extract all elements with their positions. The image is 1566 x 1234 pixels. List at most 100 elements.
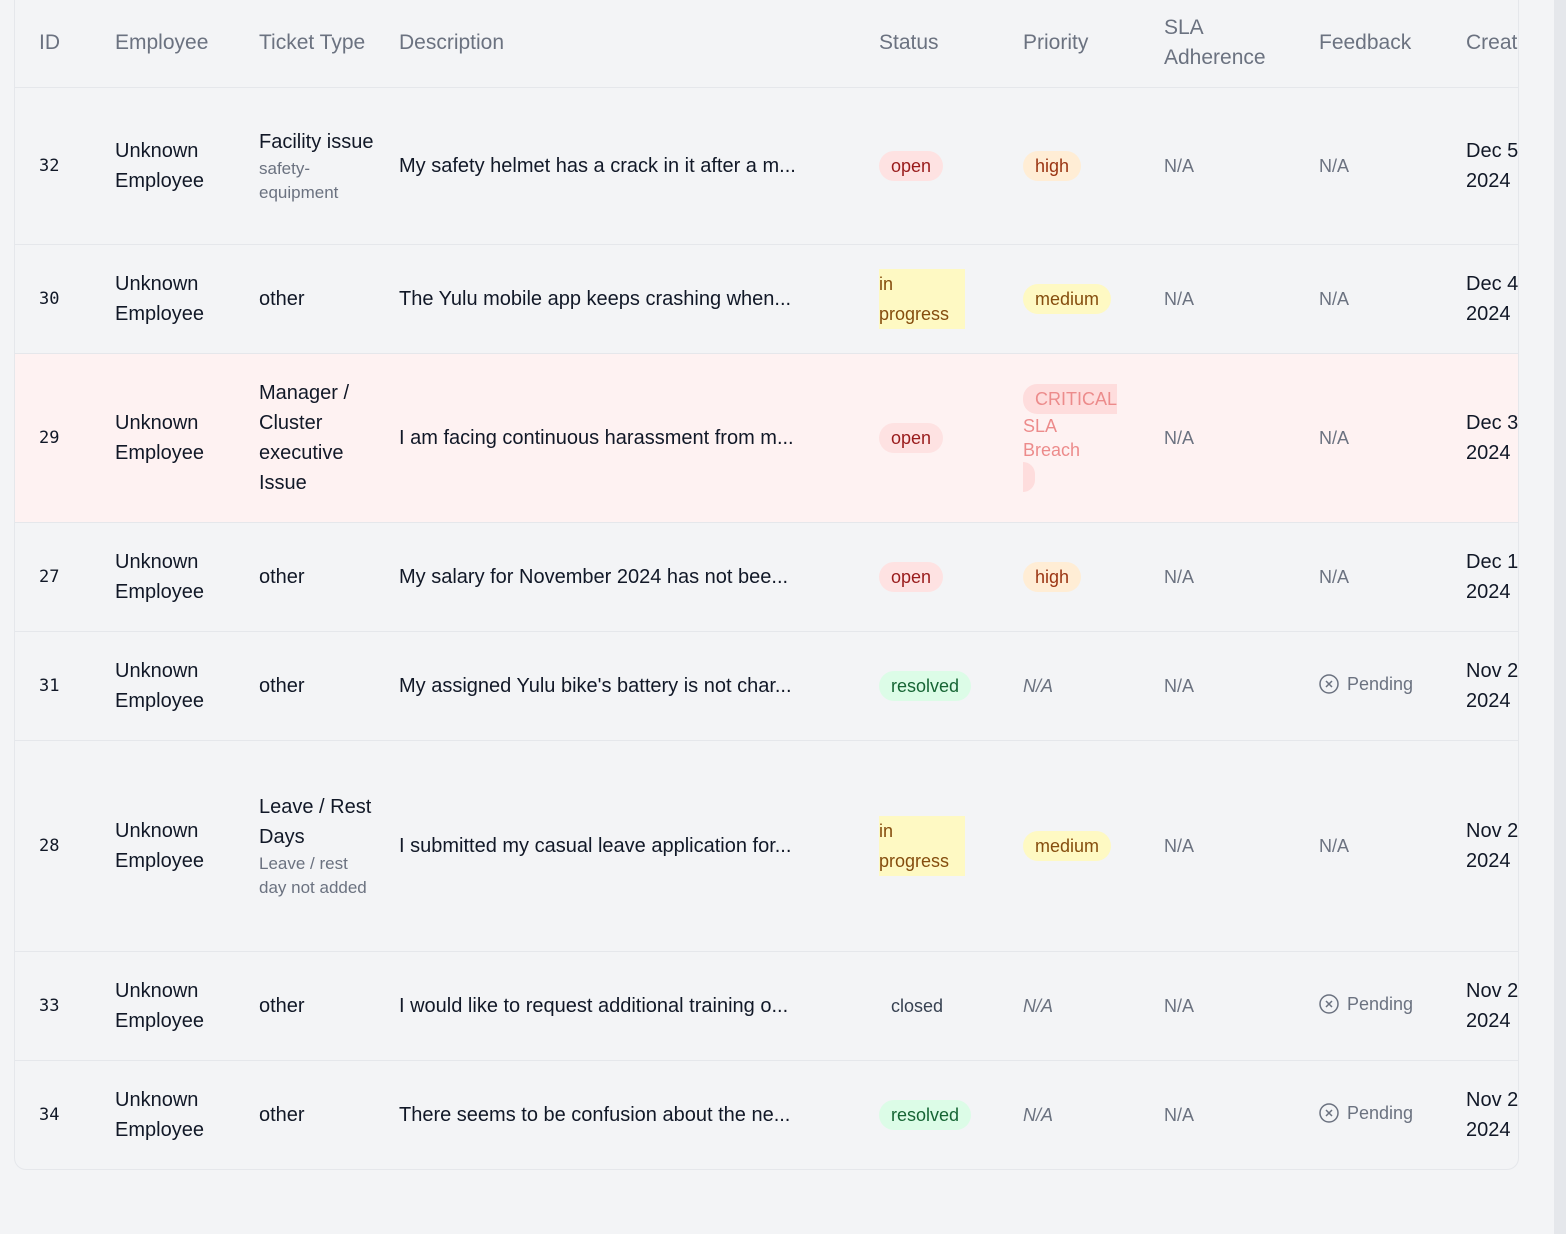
status-badge: open — [879, 422, 944, 453]
vertical-scrollbar[interactable] — [1554, 0, 1566, 1234]
feedback-cell: Pending — [1295, 951, 1442, 1060]
table-row[interactable]: 30 Unknown Employee other The Yulu mobil… — [15, 244, 1518, 353]
header-employee[interactable]: Employee — [91, 0, 235, 87]
status-badge: in progress — [879, 268, 965, 329]
status-cell: in progress — [855, 740, 999, 951]
feedback: N/A — [1319, 835, 1350, 856]
header-feedback[interactable]: Feedback — [1295, 0, 1442, 87]
table-row[interactable]: 32 Unknown Employee Facility issue safety… — [15, 87, 1519, 244]
ticket-id: 29 — [39, 427, 60, 448]
table-row-critical[interactable]: 29 Unknown Employee Manager / Cluster ex… — [15, 353, 1519, 522]
ticket-type: other — [235, 631, 375, 740]
priority-badge: high — [1023, 150, 1082, 181]
sla-breach-label: SLA Breach — [1023, 415, 1081, 460]
ticket-type-label: Manager / Cluster executive Issue — [259, 381, 350, 494]
header-id[interactable]: ID — [15, 0, 91, 87]
ticket-type: other — [235, 244, 375, 353]
employee-name: Unknown Employee — [115, 659, 204, 712]
description: My assigned Yulu bike's battery is not c… — [399, 674, 792, 697]
header-status[interactable]: Status — [855, 0, 999, 87]
employee-name: Unknown Employee — [115, 550, 204, 603]
created-date: Dec 3 2024 — [1466, 411, 1519, 464]
priority-badge: medium — [1023, 830, 1112, 861]
ticket-type-label: other — [259, 287, 305, 310]
table-row[interactable]: 28 Unknown Employee Leave / Rest Days Lea… — [15, 740, 1519, 951]
feedback-pending: Pending — [1319, 989, 1413, 1019]
sla-adherence: N/A — [1164, 675, 1195, 696]
description: My safety helmet has a crack in it after… — [399, 154, 796, 177]
table-row[interactable]: 31 Unknown Employee other My assigned Yu… — [15, 631, 1519, 740]
employee-name: Unknown Employee — [115, 819, 204, 872]
status-cell: closed — [855, 951, 999, 1060]
table-header: ID Employee Ticket Type Description Stat… — [15, 0, 1518, 87]
created-date: Nov 2 2024 — [1466, 659, 1519, 712]
table-row[interactable]: 34 Unknown Employee other There seems to… — [15, 1060, 1519, 1169]
status-badge: resolved — [879, 670, 972, 701]
created-date: Nov 2 2024 — [1466, 1088, 1519, 1141]
ticket-type: other — [235, 1060, 375, 1169]
x-circle-icon — [1319, 1103, 1339, 1123]
badge-tail — [1023, 461, 1035, 492]
status-badge: closed — [891, 995, 944, 1016]
ticket-type-label: Facility issue — [259, 130, 374, 153]
sla-adherence: N/A — [1164, 1104, 1195, 1125]
created-date: Dec 5, 2024 — [1466, 139, 1519, 192]
description: The Yulu mobile app keeps crashing when.… — [399, 287, 792, 310]
x-circle-icon — [1319, 673, 1339, 694]
ticket-id: 30 — [39, 288, 60, 309]
header-ticket-type[interactable]: Ticket Type — [235, 0, 375, 87]
created-date: Dec 1, 2024 — [1466, 550, 1519, 603]
sla-adherence: N/A — [1164, 427, 1195, 448]
priority-cell: N/A — [1023, 675, 1054, 696]
description: I submitted my casual leave application … — [399, 834, 792, 857]
status-badge-label: in progress — [879, 820, 961, 871]
description: My salary for November 2024 has not bee.… — [399, 565, 789, 588]
tickets-table: ID Employee Ticket Type Description Stat… — [15, 0, 1519, 1169]
table-row[interactable]: 27 Unknown Employee other My salary for … — [15, 522, 1519, 631]
status-cell: open — [855, 87, 999, 244]
employee-name: Unknown Employee — [115, 979, 204, 1032]
tickets-table-card: ID Employee Ticket Type Description Stat… — [14, 0, 1519, 1170]
employee-name: Unknown Employee — [115, 272, 204, 325]
feedback-label: Pending — [1347, 673, 1414, 694]
status-badge: in progress — [879, 815, 965, 876]
ticket-id: 32 — [39, 155, 60, 176]
ticket-subtype: safety-equipment — [259, 158, 339, 202]
table-row[interactable]: 33 Unknown Employee other I would like t… — [15, 951, 1518, 1060]
header-created[interactable]: Create — [1442, 0, 1518, 87]
feedback-cell: Pending — [1295, 1060, 1442, 1169]
priority-cell: medium — [999, 244, 1140, 353]
feedback-pending: Pending — [1319, 669, 1413, 699]
ticket-type: other — [235, 951, 375, 1060]
ticket-type-label: other — [259, 994, 305, 1017]
header-priority[interactable]: Priority — [999, 0, 1140, 87]
employee-name: Unknown Employee — [115, 411, 204, 464]
ticket-id: 28 — [39, 835, 60, 856]
priority-badge-critical: CRITICAL SLA Breach — [1023, 383, 1118, 492]
priority-cell: medium — [999, 740, 1140, 951]
sla-adherence: N/A — [1164, 835, 1195, 856]
ticket-subtype: Leave / rest day not added — [259, 853, 367, 897]
header-description[interactable]: Description — [375, 0, 855, 87]
ticket-id: 33 — [39, 995, 60, 1016]
x-circle-icon — [1319, 993, 1339, 1014]
priority-badge: high — [1023, 561, 1082, 592]
feedback-label: Pending — [1347, 1102, 1414, 1123]
ticket-type: other — [235, 522, 375, 631]
priority-badge: medium — [1023, 283, 1112, 314]
status-cell: resolved — [855, 631, 999, 740]
sla-adherence: N/A — [1164, 155, 1195, 176]
status-badge: open — [879, 150, 944, 181]
sla-adherence: N/A — [1164, 288, 1195, 309]
header-sla-adherence[interactable]: SLA Adherence — [1140, 0, 1295, 87]
created-date: Nov 2 2024 — [1466, 819, 1519, 872]
feedback: N/A — [1319, 566, 1350, 587]
feedback: N/A — [1319, 155, 1350, 176]
priority-cell: N/A — [1023, 1104, 1054, 1125]
priority-cell: N/A — [1023, 995, 1054, 1016]
ticket-type: Facility issue safety-equipment — [235, 87, 375, 244]
status-cell: open — [855, 522, 999, 631]
description: There seems to be confusion about the ne… — [399, 1103, 791, 1126]
priority-cell: high — [999, 522, 1140, 631]
ticket-id: 27 — [39, 566, 60, 587]
